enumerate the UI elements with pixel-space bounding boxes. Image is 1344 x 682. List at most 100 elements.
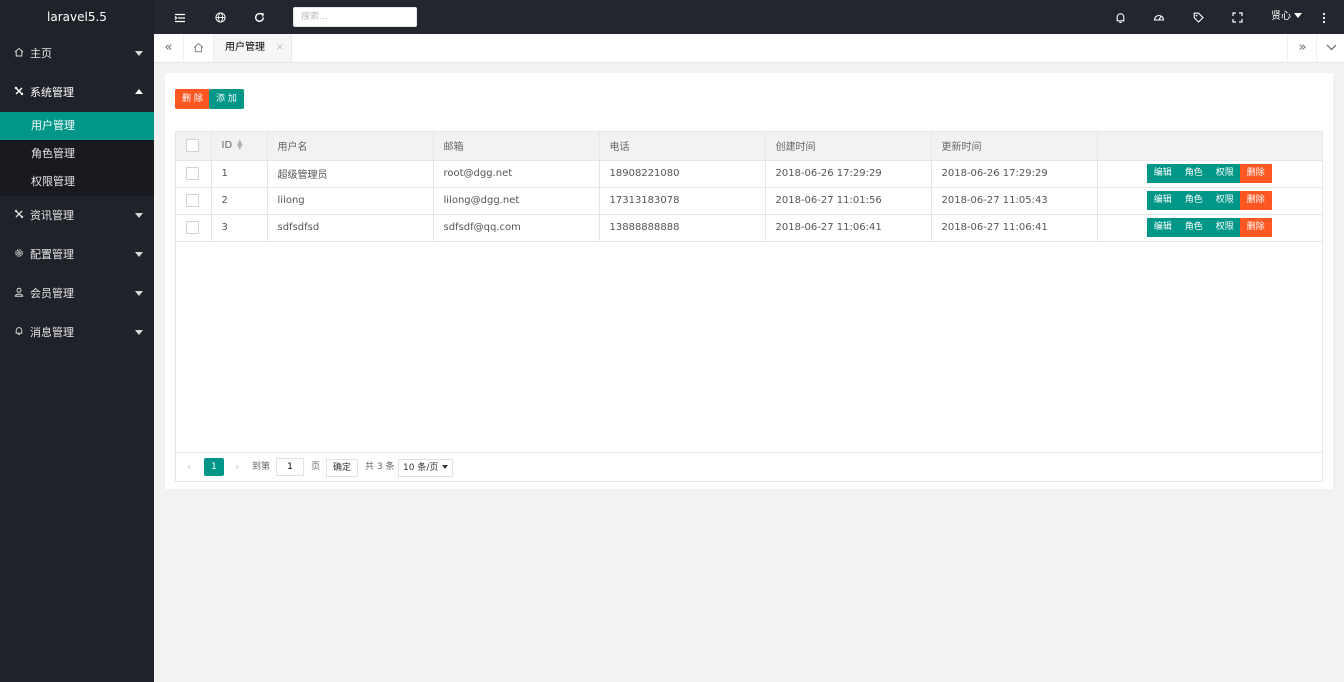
sidebar-subitem-permission-management[interactable]: 权限管理 <box>0 168 154 196</box>
gear-icon <box>14 236 24 275</box>
tag-icon[interactable] <box>1188 0 1208 34</box>
chevron-down-icon <box>135 252 143 257</box>
table-row: 3 sdfsdfsd sdfsdf@qq.com 13888888888 201… <box>176 214 1322 242</box>
select-all-cell <box>176 132 212 161</box>
cell-username: sdfsdfsd <box>267 214 434 242</box>
role-button[interactable]: 角色 <box>1177 218 1210 237</box>
cell-updated: 2018-06-26 17:29:29 <box>931 160 1098 188</box>
row-checkbox[interactable] <box>186 194 199 207</box>
cell-phone: 18908221080 <box>599 160 766 188</box>
add-button[interactable]: 添 加 <box>209 89 244 109</box>
sidebar-subitem-user-management[interactable]: 用户管理 <box>0 112 154 140</box>
cell-created: 2018-06-26 17:29:29 <box>765 160 932 188</box>
column-header-created: 创建时间 <box>765 132 932 161</box>
sidebar-item-news[interactable]: 资讯管理 <box>0 196 154 235</box>
tools-icon <box>14 197 24 236</box>
sidebar: laravel5.5 主页 系统管理 用户管理 角色管理 权限管理 资讯管理 配… <box>0 0 154 682</box>
role-button[interactable]: 角色 <box>1177 164 1210 183</box>
sidebar-item-members[interactable]: 会员管理 <box>0 274 154 313</box>
app-logo[interactable]: laravel5.5 <box>0 0 154 34</box>
page-number-current[interactable]: 1 <box>204 458 224 476</box>
delete-button[interactable]: 删 除 <box>175 89 210 109</box>
chevron-down-icon <box>135 291 143 296</box>
sidebar-subitem-role-management[interactable]: 角色管理 <box>0 140 154 168</box>
cell-actions: 编辑 角色 权限 删除 <box>1097 160 1322 188</box>
scroll-left-icon[interactable]: « <box>154 34 184 62</box>
sidebar-item-system[interactable]: 系统管理 <box>0 73 154 112</box>
sidebar-item-home[interactable]: 主页 <box>0 34 154 73</box>
cell-email: root@dgg.net <box>433 160 600 188</box>
column-header-id[interactable]: ID ▲ ▼ <box>211 132 268 161</box>
delete-row-button[interactable]: 删除 <box>1239 191 1272 210</box>
top-header: 贤心 <box>154 0 1344 34</box>
caret-down-icon <box>1294 13 1302 18</box>
cell-email: lilong@dgg.net <box>433 187 600 215</box>
row-checkbox[interactable] <box>186 167 199 180</box>
page-size-select[interactable]: 10 条/页 <box>398 459 454 477</box>
column-header-email: 邮箱 <box>433 132 600 161</box>
content-card: 删 除 添 加 ID ▲ ▼ 用户名 邮箱 电话 创建时间 更新时间 1 超级管… <box>165 73 1333 489</box>
table-row: 1 超级管理员 root@dgg.net 18908221080 2018-06… <box>176 160 1322 188</box>
close-icon[interactable]: × <box>276 34 284 62</box>
sidebar-item-label: 主页 <box>30 47 52 60</box>
sort-icon[interactable]: ▲ ▼ <box>237 139 242 151</box>
column-header-phone: 电话 <box>599 132 766 161</box>
permission-button[interactable]: 权限 <box>1208 191 1241 210</box>
tabs-bar: « 用户管理 × » <box>154 34 1344 63</box>
column-header-actions <box>1097 132 1322 161</box>
edit-button[interactable]: 编辑 <box>1146 164 1179 183</box>
next-page-icon[interactable]: › <box>235 458 239 476</box>
theme-icon[interactable] <box>1149 0 1169 34</box>
cell-actions: 编辑 角色 权限 删除 <box>1097 214 1322 242</box>
cell-updated: 2018-06-27 11:05:43 <box>931 187 1098 215</box>
bell-icon[interactable] <box>1110 0 1130 34</box>
sidebar-item-label: 会员管理 <box>30 287 74 300</box>
row-checkbox[interactable] <box>186 221 199 234</box>
select-all-checkbox[interactable] <box>186 139 199 153</box>
data-table: ID ▲ ▼ 用户名 邮箱 电话 创建时间 更新时间 1 超级管理员 root@dg… <box>175 131 1323 482</box>
table-header-row: ID ▲ ▼ 用户名 邮箱 电话 创建时间 更新时间 <box>176 132 1322 161</box>
pagination: ‹ 1 › 到第 页 确定 共 3 条 10 条/页 <box>176 452 1322 481</box>
goto-page-input[interactable] <box>276 458 304 476</box>
user-icon <box>14 275 24 314</box>
column-header-updated: 更新时间 <box>931 132 1098 161</box>
permission-button[interactable]: 权限 <box>1208 218 1241 237</box>
chevron-up-icon <box>135 89 143 94</box>
sidebar-item-messages[interactable]: 消息管理 <box>0 313 154 352</box>
role-button[interactable]: 角色 <box>1177 191 1210 210</box>
caret-down-icon <box>442 465 449 469</box>
sidebar-item-label: 资讯管理 <box>30 209 74 222</box>
edit-button[interactable]: 编辑 <box>1146 191 1179 210</box>
more-icon[interactable] <box>1314 0 1334 34</box>
refresh-icon[interactable] <box>249 0 269 34</box>
cell-actions: 编辑 角色 权限 删除 <box>1097 187 1322 215</box>
goto-label: 到第 <box>252 462 271 472</box>
user-name: 贤心 <box>1271 11 1291 22</box>
chevron-down-icon[interactable] <box>1316 34 1344 62</box>
goto-confirm-button[interactable]: 确定 <box>326 459 359 477</box>
cell-username: lilong <box>267 187 434 215</box>
edit-button[interactable]: 编辑 <box>1146 218 1179 237</box>
tools-icon <box>14 74 24 113</box>
cell-updated: 2018-06-27 11:06:41 <box>931 214 1098 242</box>
cell-email: sdfsdf@qq.com <box>433 214 600 242</box>
permission-button[interactable]: 权限 <box>1208 164 1241 183</box>
cell-id: 2 <box>211 187 268 215</box>
home-tab-icon[interactable] <box>184 34 214 62</box>
globe-icon[interactable] <box>210 0 230 34</box>
sidebar-menu: 主页 系统管理 用户管理 角色管理 权限管理 资讯管理 配置管理 会员管理 消息… <box>0 34 154 352</box>
cell-created: 2018-06-27 11:01:56 <box>765 187 932 215</box>
scroll-right-icon[interactable]: » <box>1287 34 1317 62</box>
fullscreen-icon[interactable] <box>1227 0 1247 34</box>
sidebar-item-config[interactable]: 配置管理 <box>0 235 154 274</box>
cell-id: 3 <box>211 214 268 242</box>
cell-created: 2018-06-27 11:06:41 <box>765 214 932 242</box>
delete-row-button[interactable]: 删除 <box>1239 164 1272 183</box>
column-header-username: 用户名 <box>267 132 434 161</box>
delete-row-button[interactable]: 删除 <box>1239 218 1272 237</box>
user-menu[interactable]: 贤心 <box>1271 0 1302 34</box>
prev-page-icon[interactable]: ‹ <box>187 458 191 476</box>
tab-user-management[interactable]: 用户管理 × <box>214 34 292 62</box>
menu-toggle-icon[interactable] <box>170 0 190 34</box>
search-input[interactable] <box>293 7 417 27</box>
